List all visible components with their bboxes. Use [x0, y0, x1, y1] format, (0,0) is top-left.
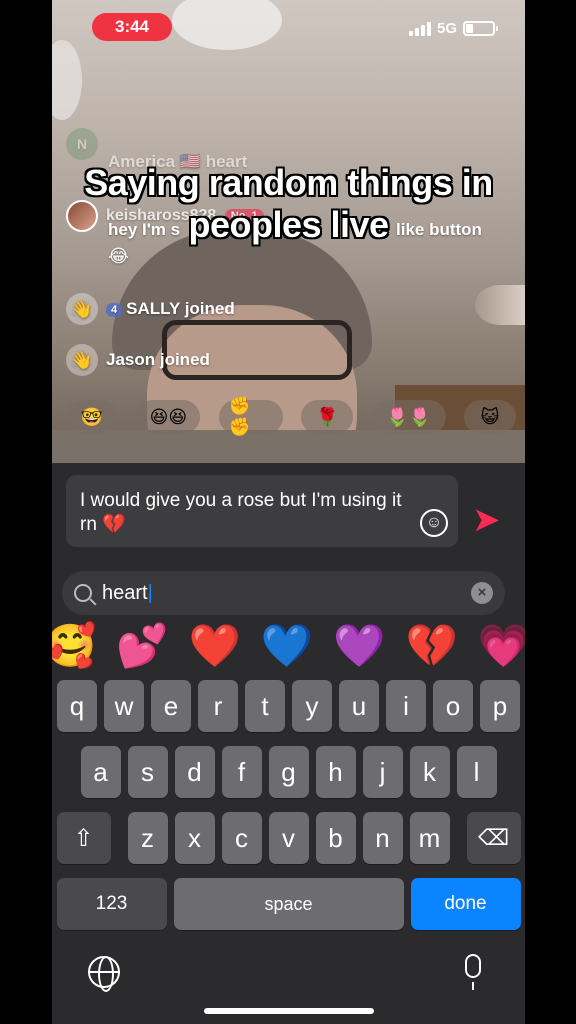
live-video: 3:44 5G N America 🇺🇸 heart keishaross828…	[52, 0, 525, 463]
battery-icon	[463, 21, 498, 36]
phone-screen: 3:44 5G N America 🇺🇸 heart keishaross828…	[52, 0, 525, 1024]
emoji-search-input[interactable]: heart | ×	[62, 571, 505, 615]
home-indicator[interactable]	[204, 1008, 374, 1014]
key-d[interactable]: d	[174, 746, 215, 798]
key-m[interactable]: m	[409, 812, 450, 864]
status-time: 3:44	[92, 13, 172, 41]
key-b[interactable]: b	[315, 812, 356, 864]
key-x[interactable]: x	[174, 812, 215, 864]
gift-button[interactable]: 😆😆	[136, 400, 201, 434]
key-c[interactable]: c	[221, 812, 262, 864]
globe-icon[interactable]	[88, 956, 120, 992]
gift-button[interactable]: 😺	[463, 400, 516, 434]
search-icon	[74, 584, 92, 602]
numbers-key[interactable]: 123	[56, 878, 167, 930]
key-w[interactable]: w	[104, 680, 144, 732]
caption-line: peoples live	[188, 204, 389, 245]
key-i[interactable]: i	[386, 680, 426, 732]
shift-key[interactable]: ⇧	[56, 812, 111, 864]
key-u[interactable]: u	[339, 680, 379, 732]
key-l[interactable]: l	[456, 746, 497, 798]
quick-gift-row: 🤓 😆😆 ✊✊ 🌹 🌷🌷 😺	[66, 396, 516, 437]
message-input-text[interactable]: I would give you a rose but I'm using it…	[80, 489, 410, 537]
network-label: 5G	[436, 20, 457, 37]
keyboard-row-1: q w e r t y u i o p	[52, 680, 525, 732]
key-g[interactable]: g	[268, 746, 309, 798]
gift-button[interactable]: ✊✊	[218, 396, 283, 437]
caption-line: Saying random things in	[84, 162, 493, 203]
emoji-result[interactable]: 🥰	[52, 620, 96, 672]
emoji-result[interactable]: 💗	[478, 620, 525, 672]
key-t[interactable]: t	[245, 680, 285, 732]
emoji-result[interactable]: 💙	[261, 620, 313, 672]
keyboard-row-4: 123 space done	[52, 878, 525, 930]
keyboard-row-2: a s d f g h j k l	[52, 746, 525, 798]
key-p[interactable]: p	[480, 680, 520, 732]
key-k[interactable]: k	[409, 746, 450, 798]
signal-icon	[408, 21, 431, 36]
key-z[interactable]: z	[127, 812, 168, 864]
key-s[interactable]: s	[127, 746, 168, 798]
key-o[interactable]: o	[433, 680, 473, 732]
emoji-result[interactable]: ❤️	[189, 620, 241, 672]
emoji-picker-icon[interactable]: ☺	[420, 509, 448, 537]
emoji-result[interactable]: 💕	[116, 620, 168, 672]
keyboard-bottom-bar	[52, 950, 525, 1000]
video-caption: Saying random things in peoples live	[52, 162, 525, 246]
space-key[interactable]: space	[173, 878, 404, 930]
key-j[interactable]: j	[362, 746, 403, 798]
key-a[interactable]: a	[80, 746, 121, 798]
key-q[interactable]: q	[57, 680, 97, 732]
join-notice: 👋 Jason joined	[66, 344, 210, 376]
status-indicators: 5G	[408, 20, 498, 37]
avatar: N	[66, 128, 98, 160]
microphone-icon[interactable]	[465, 954, 481, 990]
gift-button[interactable]: 🌹	[301, 400, 354, 434]
wave-icon: 👋	[66, 344, 98, 376]
clear-icon[interactable]: ×	[471, 582, 493, 604]
backspace-key[interactable]: ⌫	[466, 812, 521, 864]
join-text: Jason joined	[106, 350, 210, 369]
emoji-result[interactable]: 💔	[405, 620, 457, 672]
key-f[interactable]: f	[221, 746, 262, 798]
key-v[interactable]: v	[268, 812, 309, 864]
key-n[interactable]: n	[362, 812, 403, 864]
join-notice: 👋 4 SALLY joined	[66, 293, 235, 325]
key-r[interactable]: r	[198, 680, 238, 732]
message-input[interactable]: I would give you a rose but I'm using it…	[66, 475, 458, 547]
comment-emoji: 😂	[108, 246, 130, 266]
comment-item: N	[66, 128, 98, 160]
emoji-search-text[interactable]: heart	[102, 582, 148, 605]
key-h[interactable]: h	[315, 746, 356, 798]
gift-button[interactable]: 🌷🌷	[371, 400, 446, 434]
emoji-results: 🥰 💕 ❤️ 💙 💜 💔 💗 🖤	[52, 620, 525, 672]
emoji-result[interactable]: 💜	[333, 620, 385, 672]
done-key[interactable]: done	[410, 878, 521, 930]
wave-icon: 👋	[66, 293, 98, 325]
key-y[interactable]: y	[292, 680, 332, 732]
gift-button[interactable]: 🤓	[66, 400, 118, 434]
keyboard-row-3: ⇧ z x c v b n m ⌫	[52, 812, 525, 864]
level-badge: 4	[106, 302, 123, 317]
key-e[interactable]: e	[151, 680, 191, 732]
join-text: SALLY joined	[126, 299, 235, 318]
send-icon[interactable]: ➤	[472, 500, 516, 540]
